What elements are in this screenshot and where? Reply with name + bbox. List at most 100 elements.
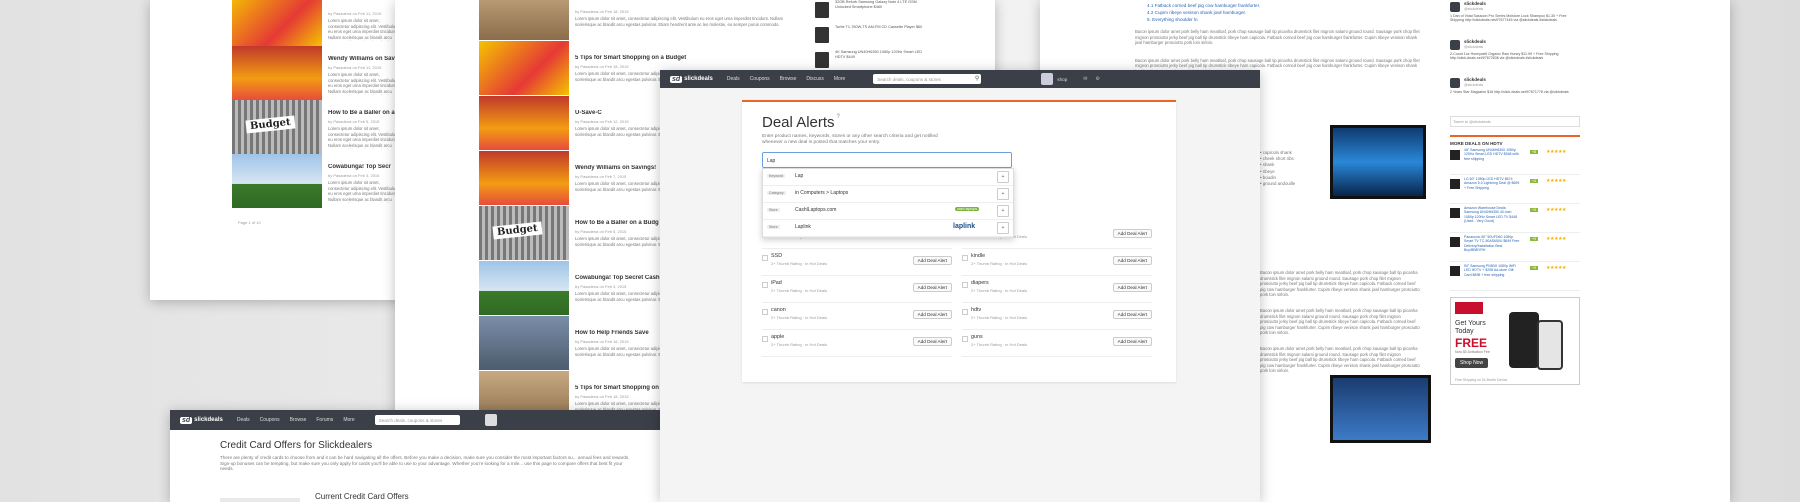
add-icon[interactable]: + [997, 171, 1009, 183]
article-thumbnail[interactable] [232, 0, 322, 46]
user-avatar[interactable] [1041, 73, 1054, 85]
article-title[interactable]: How to Be a Baller on a [328, 110, 402, 116]
user-avatar[interactable] [484, 414, 497, 426]
article-thumbnail[interactable] [479, 0, 569, 40]
add-deal-alert-button[interactable]: Add Deal Alert [1112, 256, 1152, 265]
add-icon[interactable]: + [997, 222, 1009, 234]
nav-more[interactable]: More [343, 417, 354, 423]
avatar[interactable] [1450, 78, 1460, 88]
gear-icon[interactable]: ⚙ [1095, 76, 1099, 82]
nav-coupons[interactable]: Coupons [260, 417, 280, 423]
hdtv-deal[interactable]: 46" Samsung UN46H6300 1080p 120Hz Smart … [1450, 146, 1580, 175]
deal-text: 50" Samsung PN50H 1080p WiFi LED HDTV + … [1464, 264, 1516, 277]
tweet-name[interactable]: slickdeals [1464, 77, 1486, 82]
alert-checkbox[interactable] [762, 336, 768, 342]
brand-logo[interactable]: sd slickdeals [180, 416, 223, 424]
tweet: slickdeals @slickdeals 2-Count 1oz Honeywe… [1450, 38, 1580, 74]
mail-icon[interactable]: ✉ [1083, 76, 1087, 82]
product-item[interactable]: Turtle T1-760W-TS AM-FM CD Cassette Play… [815, 25, 925, 47]
ad-banner[interactable]: Get Yours Today FREE Now $0 Activation F… [1450, 297, 1580, 385]
add-deal-alert-button[interactable]: Add Deal Alert [912, 256, 952, 265]
alert-row: kindle 2+ Thumb Rating · in Hot Deals Add … [962, 251, 1152, 276]
nav-coupons[interactable]: Coupons [750, 76, 770, 82]
hdtv-deal[interactable]: Panasonic 50" 50UFD60 1080p Smart TV TC-… [1450, 233, 1580, 262]
add-deal-alert-button[interactable]: Add Deal Alert [912, 310, 952, 319]
tv-image [1330, 125, 1426, 199]
nav-more[interactable]: More [834, 76, 845, 82]
article-thumbnail[interactable] [479, 41, 569, 95]
tv-image-2 [1330, 375, 1431, 443]
tweet-text: 1 Dan of Vidal Sassoon Pro Series Moistu… [1450, 14, 1567, 23]
tweet-name[interactable]: slickdeals [1464, 1, 1486, 6]
hdtv-deal[interactable]: 50" Samsung PN50H 1080p WiFi LED HDTV + … [1450, 262, 1580, 291]
deal-stars: ★★★★★ [1546, 265, 1566, 271]
add-icon[interactable]: + [997, 205, 1009, 217]
cc-sub: Current Credit Card Offers [315, 492, 409, 501]
alert-checkbox[interactable] [762, 255, 768, 261]
product-item[interactable]: 32GB Refurb Samsung Galaxy Note 4 LTE GS… [815, 0, 925, 22]
article-thumbnail[interactable] [479, 96, 569, 150]
nav-deals[interactable]: Deals [727, 76, 740, 82]
alert-row: iPad 2+ Thumb Rating · in Hot Deals Add De… [762, 278, 952, 303]
add-deal-alert-button[interactable]: Add Deal Alert [912, 337, 952, 346]
article-thumbnail[interactable]: Budget [479, 206, 569, 260]
article-meta: by Pasadena on Feb 11, 2015 [328, 65, 382, 70]
nav-discuss[interactable]: Discuss [806, 76, 824, 82]
add-deal-alert-button[interactable]: Add Deal Alert [1112, 310, 1152, 319]
alert-row: SSD 2+ Thumb Rating · in Hot Deals Add Dea… [762, 251, 952, 276]
search-icon[interactable]: ⚲ [975, 75, 979, 82]
product-item[interactable]: 4K Samsung UN40H6350 1080p 120Hz Smart L… [815, 50, 925, 72]
search-input[interactable]: Search deals, coupons & stores [374, 415, 460, 425]
info-icon[interactable]: ? [837, 114, 840, 120]
alert-name: SSD [771, 253, 783, 259]
hdtv-deal[interactable]: Amazon Warehouse Deals: Samsung UN40H635… [1450, 204, 1580, 233]
product-text: 4K Samsung UN40H6350 1080p 120Hz Smart L… [835, 50, 922, 59]
alert-meta: 2+ Thumb Rating · in Hot Deals [971, 342, 1028, 347]
suggestion-row[interactable]: Keyword Lap + [763, 169, 1013, 186]
brand-logo[interactable]: sd slickdeals [670, 75, 713, 83]
article-title[interactable]: 5 Tips for Smart Shopping on a Budget [575, 55, 795, 61]
user-menu[interactable]: shop [1057, 77, 1067, 82]
article-title[interactable]: Cowabunga! Top Secr [328, 164, 402, 170]
article-thumbnail[interactable] [479, 261, 569, 315]
alert-checkbox[interactable] [962, 282, 968, 288]
tweet-name[interactable]: slickdeals [1464, 39, 1486, 44]
blog-list-item[interactable]: 4.2 Cupim ribeye venison shank jowl hamb… [1147, 9, 1420, 16]
article-thumbnail[interactable]: Budget [232, 100, 322, 154]
blog-list-item[interactable]: 4.1 Fatback corned beef pig cow hamburge… [1147, 2, 1420, 9]
avatar[interactable] [1450, 2, 1460, 12]
ad-line2: Today [1455, 328, 1474, 335]
add-deal-alert-button[interactable]: Add Deal Alert [912, 283, 952, 292]
ad-cta[interactable]: Shop Now [1455, 358, 1489, 368]
article-title[interactable]: Wendy Williams on Savi [328, 56, 402, 62]
article-thumbnail[interactable] [232, 154, 322, 208]
article-meta: by Pasadena on Feb 7, 2015 [575, 174, 627, 179]
avatar[interactable] [1450, 40, 1460, 50]
tweet-box[interactable]: Tweet to @slickdeals [1450, 116, 1580, 127]
suggestion-row[interactable]: Store CashlLaptops.com cash laptops + [763, 203, 1013, 220]
nav-browse[interactable]: Browse [780, 76, 797, 82]
alert-checkbox[interactable] [962, 309, 968, 315]
article-thumbnail[interactable] [232, 46, 322, 100]
add-icon[interactable]: + [997, 188, 1009, 200]
suggestion-row[interactable]: Category in Computers > Laptops + [763, 186, 1013, 203]
blog-list-item[interactable]: 5. Everything shoulder ln [1147, 16, 1420, 23]
nav-browse[interactable]: Browse [290, 417, 307, 423]
alert-input[interactable]: Lap [762, 152, 1012, 168]
alert-checkbox[interactable] [962, 336, 968, 342]
article-thumbnail[interactable] [479, 316, 569, 370]
alert-checkbox[interactable] [762, 282, 768, 288]
add-deal-alert-button[interactable]: Add Deal Alert [1112, 229, 1152, 238]
hdtv-deal[interactable]: LG 60" 1080p LED HDTV $674 Amazon 5.0 Li… [1450, 175, 1580, 204]
nav-forums[interactable]: Forums [316, 417, 333, 423]
alert-checkbox[interactable] [762, 309, 768, 315]
search-input[interactable]: Search deals, coupons & stores ⚲ [873, 74, 982, 84]
suggestion-row[interactable]: Store Laplink laplink + [763, 220, 1013, 237]
add-deal-alert-button[interactable]: Add Deal Alert [1112, 283, 1152, 292]
add-deal-alert-button[interactable]: Add Deal Alert [1112, 337, 1152, 346]
alert-checkbox[interactable] [962, 255, 968, 261]
suggestion-tag: Store [767, 225, 780, 229]
article-thumbnail[interactable] [479, 151, 569, 205]
blog-list-page-1: by Pasadena on Feb 11, 2015 Lorem ipsum d… [150, 0, 410, 300]
nav-deals[interactable]: Deals [237, 417, 250, 423]
